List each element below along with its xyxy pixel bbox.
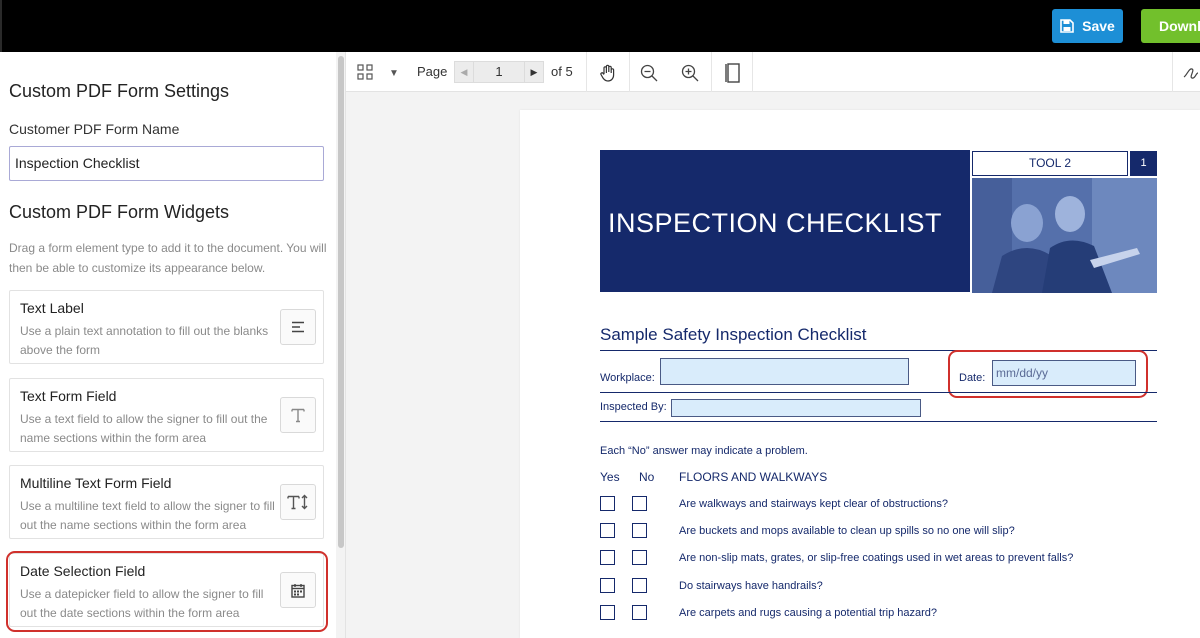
text-t-icon[interactable]: [280, 397, 316, 433]
thumbnails-icon[interactable]: [356, 63, 374, 81]
text-height-icon[interactable]: [280, 484, 316, 520]
no-checkbox[interactable]: [632, 496, 647, 511]
zoom-in-icon[interactable]: [678, 61, 702, 85]
panel-scrollbar-thumb[interactable]: [338, 56, 344, 548]
yes-checkbox[interactable]: [600, 496, 615, 511]
question-text: Are walkways and stairways kept clear of…: [679, 498, 949, 510]
total-pages-label: of 5: [551, 64, 573, 79]
form-name-label: Customer PDF Form Name: [9, 121, 180, 137]
widgets-title: Custom PDF Form Widgets: [9, 202, 230, 222]
document-title: INSPECTION CHECKLIST: [608, 208, 943, 238]
yes-checkbox[interactable]: [600, 523, 615, 538]
app-window: Save Download Custom PDF Form Settings C…: [0, 0, 1200, 638]
tool-label: TOOL 2: [972, 151, 1128, 176]
toolbar-divider: [711, 52, 712, 92]
widget-multiline-text-form-field[interactable]: Multiline Text Form Field Use a multilin…: [9, 465, 324, 539]
question-text: Are carpets and rugs causing a potential…: [679, 607, 938, 619]
next-page-button[interactable]: ▶: [524, 61, 544, 83]
yes-checkbox[interactable]: [600, 605, 615, 620]
no-checkbox[interactable]: [632, 550, 647, 565]
question-text: Are non-slip mats, grates, or slip-free …: [679, 552, 1074, 564]
workplace-field[interactable]: [660, 358, 909, 385]
form-name-input[interactable]: Inspection Checklist: [9, 146, 324, 181]
yes-checkbox[interactable]: [600, 578, 615, 593]
date-field[interactable]: mm/dd/yy: [992, 360, 1136, 386]
pan-hand-icon[interactable]: [596, 61, 620, 85]
widget-description: Use a plain text annotation to fill out …: [20, 324, 269, 357]
inspected-by-field[interactable]: [671, 399, 921, 417]
widget-text-label[interactable]: Text Label Use a plain text annotation t…: [9, 290, 324, 364]
pdf-viewer: ▼ Page ◀ 1 ▶ of 5 INSPECTION CHECKLIST T…: [346, 52, 1200, 638]
date-label: Date:: [959, 372, 986, 384]
divider-rule: [600, 421, 1157, 422]
no-column-header: No: [639, 470, 655, 484]
top-bar: Save Download: [0, 0, 1200, 52]
yes-checkbox[interactable]: [600, 550, 615, 565]
toolbar-divider: [586, 52, 587, 92]
widgets-description: Drag a form element type to add it to th…: [9, 241, 327, 275]
widget-date-selection-field[interactable]: Date Selection Field Use a datepicker fi…: [9, 553, 324, 627]
toolbar-divider: [752, 52, 753, 92]
widget-title: Multiline Text Form Field: [20, 475, 172, 491]
widget-description: Use a datepicker field to allow the sign…: [20, 587, 264, 620]
save-button-label: Save: [1082, 18, 1115, 34]
instruction-note: Each “No” answer may indicate a problem.: [600, 445, 808, 457]
fit-page-icon[interactable]: [721, 61, 745, 85]
divider-rule: [600, 350, 1157, 351]
widget-text-form-field[interactable]: Text Form Field Use a text field to allo…: [9, 378, 324, 452]
tool-number: 1: [1130, 151, 1157, 176]
no-checkbox[interactable]: [632, 523, 647, 538]
download-button[interactable]: Download: [1141, 9, 1200, 43]
widget-description: Use a multiline text field to allow the …: [20, 499, 275, 532]
inspected-by-label: Inspected By:: [600, 401, 667, 413]
pdf-page: INSPECTION CHECKLIST TOOL 2 1 Sample Saf…: [520, 110, 1200, 638]
previous-page-button[interactable]: ◀: [454, 61, 474, 83]
workplace-label: Workplace:: [600, 372, 655, 384]
widget-title: Text Form Field: [20, 388, 117, 404]
widget-title: Text Label: [20, 300, 84, 316]
divider-rule: [600, 392, 1157, 393]
align-left-icon[interactable]: [280, 309, 316, 345]
page-label: Page: [417, 64, 448, 79]
settings-title: Custom PDF Form Settings: [9, 81, 230, 101]
download-button-label: Download: [1159, 18, 1200, 34]
question-text: Are buckets and mops available to clean …: [679, 525, 1015, 537]
no-checkbox[interactable]: [632, 578, 647, 593]
viewer-toolbar: ▼ Page ◀ 1 ▶ of 5: [346, 52, 1200, 92]
no-checkbox[interactable]: [632, 605, 647, 620]
workers-photo: [972, 178, 1157, 293]
widget-title: Date Selection Field: [20, 563, 146, 579]
calendar-icon[interactable]: [280, 572, 316, 608]
widget-description: Use a text field to allow the signer to …: [20, 412, 268, 445]
question-text: Do stairways have handrails?: [679, 580, 823, 592]
signature-icon[interactable]: [1180, 61, 1200, 85]
save-icon: [1060, 19, 1074, 33]
save-button[interactable]: Save: [1052, 9, 1123, 43]
toolbar-divider: [629, 52, 630, 92]
checklist-subtitle: Sample Safety Inspection Checklist: [600, 325, 867, 344]
yes-column-header: Yes: [600, 470, 620, 484]
page-number-input[interactable]: 1: [474, 61, 524, 83]
zoom-out-icon[interactable]: [637, 61, 661, 85]
settings-panel: Custom PDF Form Settings Customer PDF Fo…: [2, 52, 346, 638]
chevron-down-icon[interactable]: ▼: [389, 68, 399, 79]
section-title: FLOORS AND WALKWAYS: [679, 470, 828, 484]
window-edge: [0, 0, 2, 52]
toolbar-divider: [1172, 52, 1173, 92]
